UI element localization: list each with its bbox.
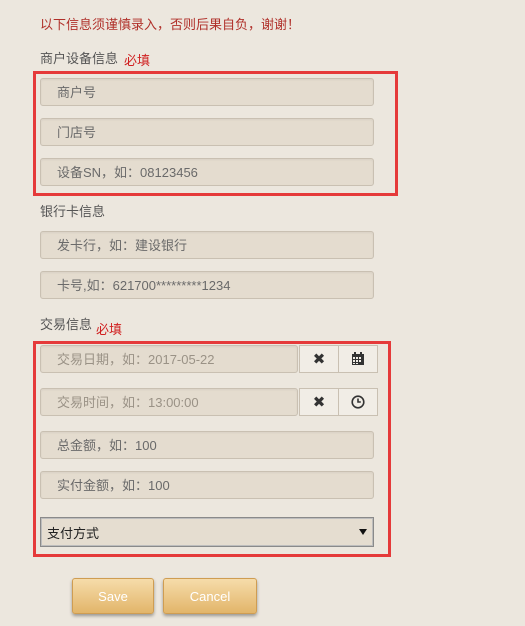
payment-method-value: 支付方式 [47,525,100,541]
notice-text: 以下信息须谨慎录入，否则后果自负，谢谢！ [40,17,301,32]
time-picker-button[interactable] [338,388,378,416]
time-clear-button[interactable]: ✖ [299,388,339,416]
merchant-no-input[interactable] [40,78,374,106]
bank-section-label: 银行卡信息 [40,204,106,219]
device-sn-input[interactable] [40,158,374,186]
clock-icon [351,395,365,409]
date-picker-button[interactable] [338,345,378,373]
store-no-input[interactable] [40,118,374,146]
close-icon: ✖ [312,351,326,368]
save-button[interactable]: Save [72,578,154,614]
issuer-bank-input[interactable] [40,231,374,259]
calendar-icon [351,352,365,366]
transaction-date-input[interactable] [40,345,298,373]
cancel-button[interactable]: Cancel [163,578,257,614]
transaction-required-mark: 必填 [96,322,123,337]
card-no-input[interactable] [40,271,374,299]
transaction-section-label: 交易信息 [40,317,93,332]
merchant-section-label: 商户设备信息 [40,51,119,66]
dropdown-arrow-icon [359,529,367,535]
payment-method-select[interactable]: 支付方式 [40,517,374,547]
paid-amount-input[interactable] [40,471,374,499]
merchant-required-mark: 必填 [124,53,151,68]
transaction-time-input[interactable] [40,388,298,416]
close-icon: ✖ [312,394,326,411]
date-clear-button[interactable]: ✖ [299,345,339,373]
total-amount-input[interactable] [40,431,374,459]
